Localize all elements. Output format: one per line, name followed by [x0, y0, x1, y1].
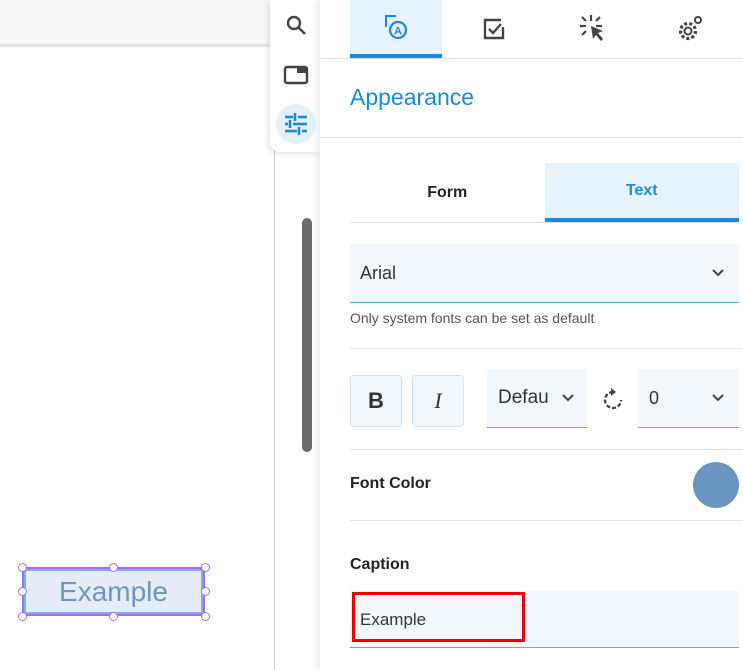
resize-handle[interactable] — [109, 612, 118, 621]
chevron-down-icon — [712, 269, 724, 277]
svg-text:A: A — [394, 26, 402, 38]
caption-value: Example — [360, 610, 427, 629]
rotation-value: 0 — [649, 387, 660, 408]
appearance-icon: A — [385, 15, 408, 40]
side-toolbar — [270, 0, 320, 152]
divider — [350, 449, 743, 450]
checkbox-icon — [483, 18, 505, 40]
tab-actions[interactable] — [546, 0, 638, 58]
caption-label: Caption — [350, 556, 410, 573]
divider — [350, 520, 743, 521]
sliders-icon — [285, 113, 307, 135]
canvas-top-bar — [0, 0, 274, 47]
scrollbar[interactable] — [302, 218, 312, 452]
chevron-down-icon — [562, 394, 574, 402]
resize-handle[interactable] — [18, 612, 27, 621]
selected-element[interactable]: Example — [22, 567, 205, 616]
font-size-select[interactable]: Defau — [487, 369, 587, 428]
search-icon — [286, 15, 306, 35]
chevron-down-icon — [712, 394, 724, 402]
search-button[interactable] — [276, 5, 316, 45]
font-hint: Only system fonts can be set as default — [350, 310, 595, 326]
font-color-swatch[interactable] — [693, 462, 739, 508]
properties-button[interactable] — [276, 104, 316, 144]
section-title: Appearance — [350, 84, 475, 110]
panel-button[interactable] — [276, 55, 316, 95]
tab-settings[interactable] — [644, 0, 736, 58]
click-icon — [580, 15, 603, 41]
font-size-value: Defau — [498, 387, 549, 408]
settings-icon — [678, 16, 702, 41]
element-text: Example — [59, 575, 168, 607]
italic-button[interactable]: I — [412, 375, 464, 427]
font-color-label: Font Color — [350, 475, 431, 492]
rotation-select[interactable]: 0 — [638, 369, 739, 428]
caption-input[interactable]: Example — [350, 591, 739, 648]
resize-handle[interactable] — [18, 563, 27, 572]
resize-handle[interactable] — [201, 563, 210, 572]
panel-icon — [283, 65, 309, 85]
subtab-text[interactable]: Text — [544, 163, 739, 222]
resize-handle[interactable] — [201, 612, 210, 621]
resize-handle[interactable] — [18, 587, 27, 596]
resize-handle[interactable] — [201, 587, 210, 596]
tab-validation[interactable] — [448, 0, 540, 58]
resize-handle[interactable] — [109, 563, 118, 572]
divider — [320, 137, 743, 138]
font-family-select[interactable]: Arial — [350, 244, 739, 303]
font-family-value: Arial — [360, 262, 397, 283]
properties-panel: A Appearance Form Text Arial Only system… — [320, 0, 743, 670]
divider — [350, 348, 743, 349]
divider — [320, 58, 743, 59]
rotate-icon — [603, 388, 623, 410]
subtab-form[interactable]: Form — [350, 163, 545, 222]
tab-appearance[interactable]: A — [350, 0, 442, 58]
bold-button[interactable]: B — [350, 375, 402, 427]
